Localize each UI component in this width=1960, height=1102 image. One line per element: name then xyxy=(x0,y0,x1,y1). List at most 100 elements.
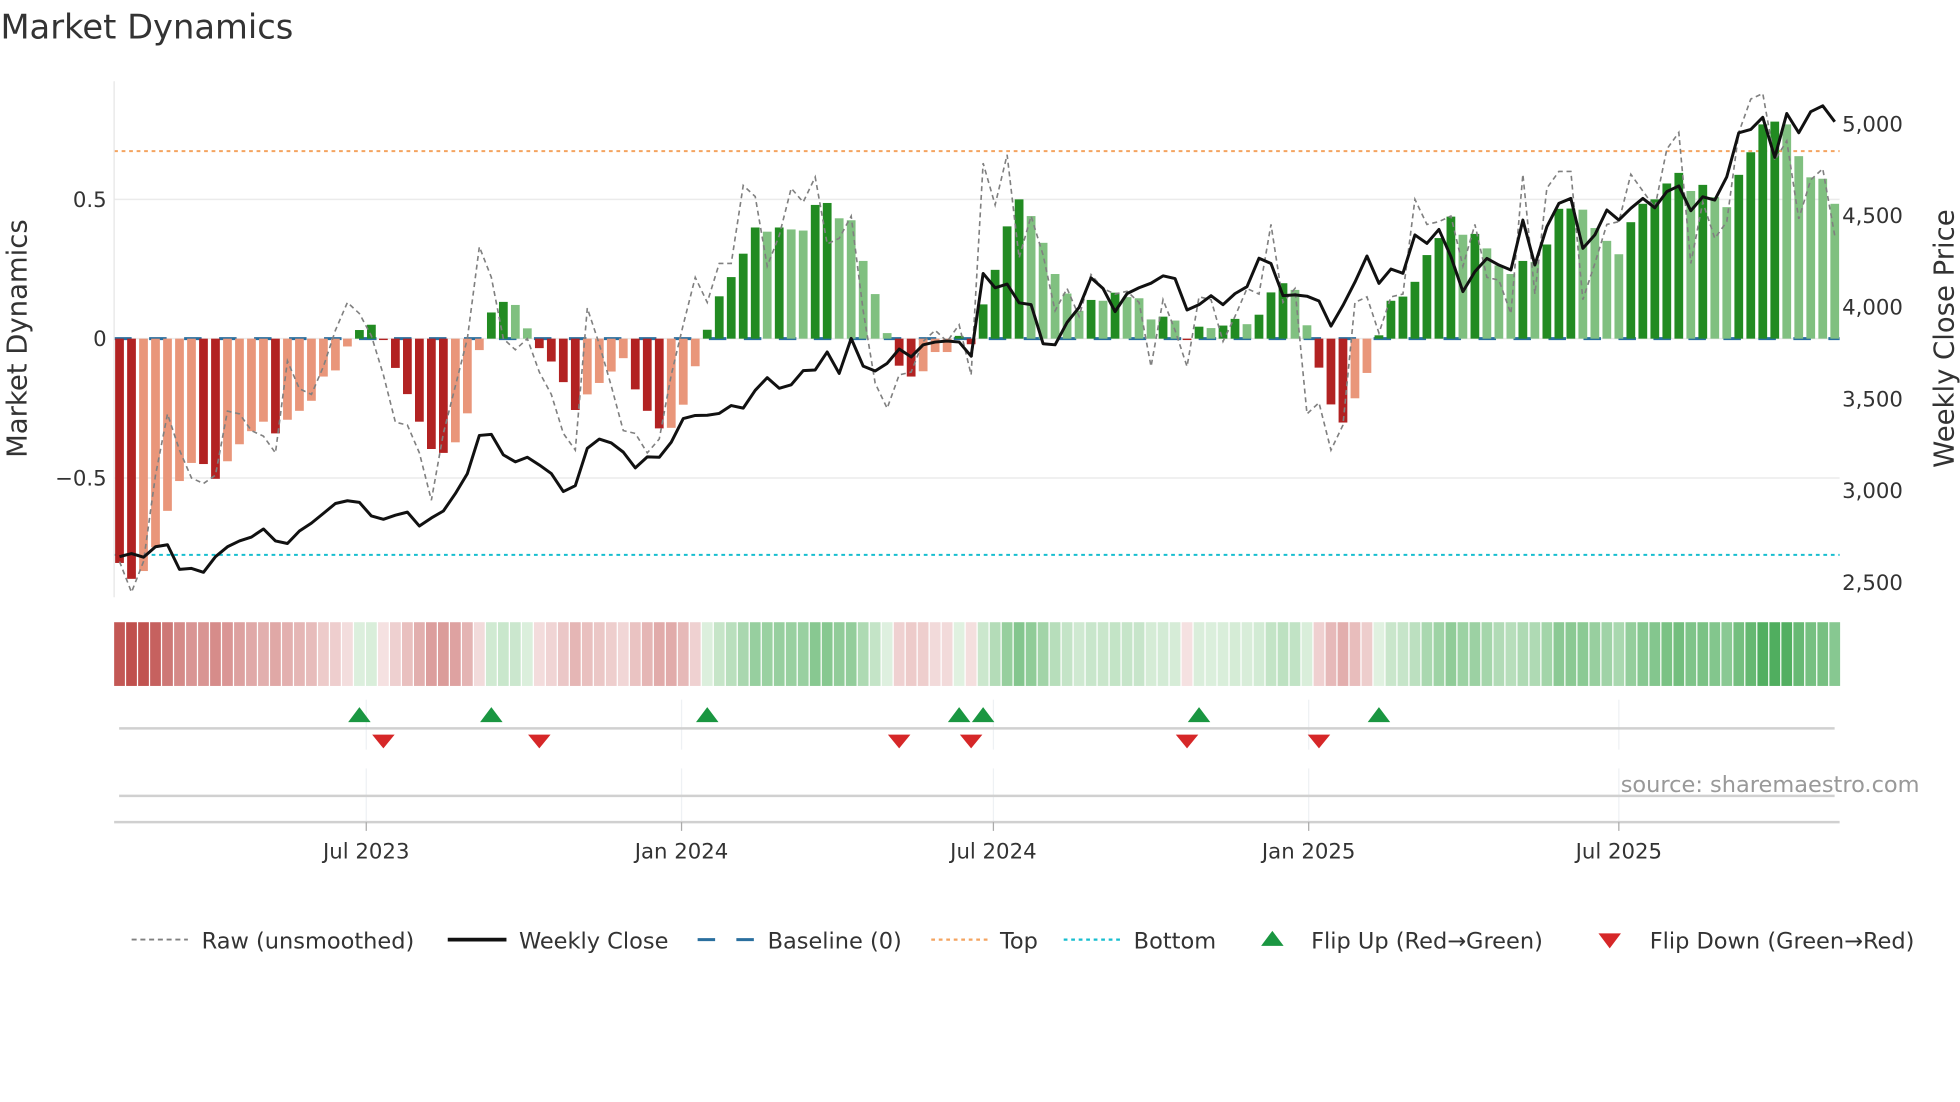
y-right-tick-label: 5,000 xyxy=(1842,112,1903,137)
dynamics-bar xyxy=(1098,300,1108,339)
dynamics-bar xyxy=(450,338,460,443)
legend-item-close: Weekly Close xyxy=(447,928,668,954)
dynamics-bar xyxy=(558,338,568,383)
heat-cell xyxy=(1289,622,1301,686)
heat-cell xyxy=(857,622,869,686)
dynamics-bar xyxy=(474,338,484,351)
dynamics-bar xyxy=(522,328,532,339)
dynamics-bar xyxy=(1566,208,1576,339)
dynamics-bar xyxy=(606,338,616,372)
heat-cell xyxy=(186,622,197,686)
heat-cell xyxy=(1589,622,1601,686)
dynamics-bar xyxy=(1794,156,1804,339)
dynamics-bar xyxy=(1230,318,1240,339)
heat-cell xyxy=(126,622,137,686)
heat-cell xyxy=(402,622,413,686)
heat-cell xyxy=(617,622,629,686)
market-dynamics-chart: Market Dynamics 0.5 0 −0.5 5,000 4,500 4,000 3… xyxy=(0,8,1960,955)
heat-cell xyxy=(1529,622,1541,686)
legend-label: Bottom xyxy=(1134,928,1216,954)
heat-cell xyxy=(1781,622,1793,686)
heat-cell xyxy=(234,622,245,686)
legend-item-flip-up: Flip Up (Red→Green) xyxy=(1261,928,1543,954)
legend-label: Flip Up (Red→Green) xyxy=(1311,928,1543,954)
dynamics-bar xyxy=(714,296,724,339)
heat-cell xyxy=(1721,622,1733,686)
heat-cell xyxy=(1769,622,1781,686)
heat-cell xyxy=(1553,622,1565,686)
dynamics-bar xyxy=(211,338,220,479)
heat-cell xyxy=(222,622,233,686)
dynamics-bar xyxy=(1446,216,1456,339)
dynamics-bar xyxy=(882,333,892,339)
dynamics-bar xyxy=(1386,300,1396,339)
heat-cell xyxy=(449,622,461,686)
heat-cell xyxy=(725,622,737,686)
heat-cell xyxy=(1013,622,1025,686)
flip-up-marker xyxy=(971,707,995,723)
flip-down-marker xyxy=(528,734,551,749)
heat-cell xyxy=(653,622,665,686)
legend-item-flip-down: Flip Down (Green→Red) xyxy=(1598,928,1914,954)
heat-cell xyxy=(1481,622,1493,686)
heat-cell xyxy=(977,622,989,686)
x-axis: Jul 2023 Jan 2024 Jul 2024 Jan 2025 Jul 2025 xyxy=(114,820,1840,864)
heat-cell xyxy=(593,622,605,686)
heat-cell xyxy=(713,622,725,686)
heat-cell xyxy=(414,622,425,686)
heat-cell xyxy=(953,622,965,686)
heat-cell xyxy=(1421,622,1433,686)
y-axis-left-label: Market Dynamics xyxy=(2,219,34,458)
dynamics-bar xyxy=(1350,338,1360,399)
heat-cell xyxy=(509,622,521,686)
dynamics-bar xyxy=(1806,177,1816,339)
dynamics-bar xyxy=(1398,296,1408,339)
heat-cell xyxy=(1805,622,1817,686)
heat-cell xyxy=(1469,622,1481,686)
dynamics-bar xyxy=(1686,190,1696,339)
heat-cell xyxy=(665,622,677,686)
dynamics-bar xyxy=(1542,244,1552,339)
dynamics-bar xyxy=(630,338,640,390)
heat-cell xyxy=(1229,622,1241,686)
dynamics-bar xyxy=(1470,233,1480,339)
dynamics-bar xyxy=(690,338,700,367)
heat-cell xyxy=(761,622,773,686)
heat-cell xyxy=(881,622,893,686)
dynamics-bar xyxy=(486,312,496,339)
dynamics-bar xyxy=(1326,338,1336,405)
heat-cell xyxy=(258,622,269,686)
heat-cell xyxy=(1145,622,1157,686)
dynamics-bar xyxy=(1626,222,1636,339)
heat-cell xyxy=(1733,622,1745,686)
dynamics-heat-strip xyxy=(114,622,1841,686)
heat-cell xyxy=(1637,622,1649,686)
dynamics-bar xyxy=(379,338,388,341)
heat-cell xyxy=(1325,622,1337,686)
heat-cell xyxy=(1397,622,1409,686)
legend-label: Flip Down (Green→Red) xyxy=(1650,928,1915,954)
heat-cell xyxy=(737,622,749,686)
heat-cell xyxy=(282,622,293,686)
heat-cell xyxy=(378,622,389,686)
dynamics-bar xyxy=(403,338,412,395)
heat-cell xyxy=(1157,622,1169,686)
dynamics-bars xyxy=(115,121,1840,579)
heat-cell xyxy=(821,622,833,686)
dynamics-bar xyxy=(391,338,400,368)
dynamics-bar xyxy=(1662,183,1672,339)
legend-item-baseline: Baseline (0) xyxy=(697,928,902,954)
dynamics-bar xyxy=(247,338,256,432)
dynamics-bar xyxy=(1266,292,1276,339)
dynamics-bar xyxy=(1314,338,1324,368)
heat-cell xyxy=(1085,622,1097,686)
dynamics-bar xyxy=(1410,281,1420,339)
dynamics-bar xyxy=(115,338,124,563)
heat-cell xyxy=(917,622,929,686)
legend-label: Baseline (0) xyxy=(768,928,902,954)
legend-item-raw: Raw (unsmoothed) xyxy=(131,928,414,954)
dynamics-bar xyxy=(271,338,280,434)
flip-down-marker xyxy=(1175,734,1199,749)
heat-cell xyxy=(1313,622,1325,686)
dynamics-bar xyxy=(1038,242,1048,339)
